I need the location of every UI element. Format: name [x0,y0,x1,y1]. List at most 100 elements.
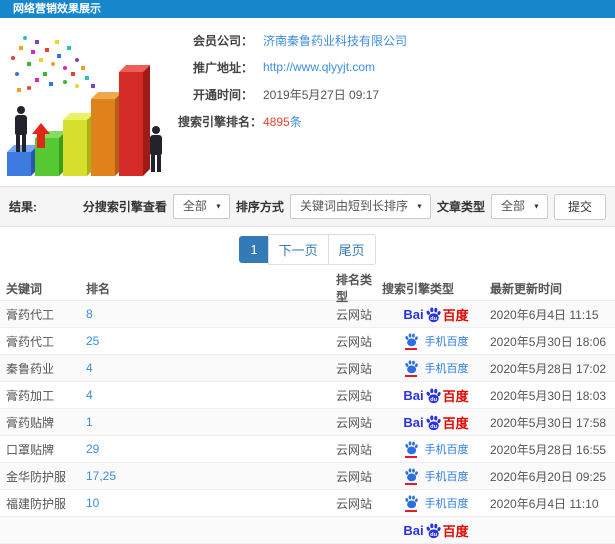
open-time-value: 2019年5月27日 09:17 [263,87,380,102]
rank-link[interactable]: 25 [86,334,99,348]
results-table-body: 膏药代工 8 云网站 Bai du 百度 2020年6月4日 11:15 膏药代工 25 云网站手… [0,301,615,544]
confetti-dot [27,62,31,66]
promo-url-label: 推广地址： [192,60,253,75]
rank-type-cell: 云网站 [336,442,373,457]
table-header-row: 关键词 排名 排名类型 搜索引擎类型 最新更新时间 [0,271,615,304]
rank-type-cell: 云网站 [336,388,373,403]
rank-link[interactable]: 17,25 [86,469,116,483]
next-page-button[interactable]: 下一页 [267,233,329,265]
updated-time-cell: 2020年5月30日 18:06 [490,334,607,349]
search-engine-cell: Bai du 百度 [382,521,490,540]
rank-link[interactable]: 8 [86,307,93,321]
page-1-button[interactable]: 1 [239,235,269,263]
rank-link[interactable]: 10 [86,496,99,510]
confetti-dot [63,66,67,70]
promo-url-row: 推广地址： http://www.qlyyjt.com [178,59,615,75]
baidu-logo: Bai du 百度 [403,522,469,539]
confetti-dot [23,36,27,40]
baidu-paw-icon [404,333,418,347]
bar-chart-bar-orange [91,92,122,176]
article-type-label: 文章类型 [436,200,485,214]
bar-chart-bar-yellow [63,113,94,176]
filter-bar: 结果: 分搜索引擎查看 全部 排序方式 关键词由短到长排序 文章类型 全部 提交 [0,186,615,227]
baidu-paw-icon [404,468,418,482]
updated-time-cell: 2020年5月28日 16:55 [490,442,607,457]
table-row: 膏药加工 4 云网站 Bai du 百度 2020年5月30日 18:03 [0,382,615,409]
search-engine-cell: 手机百度 [382,332,490,350]
promo-url-link[interactable]: http://www.qlyyjt.com [263,60,375,74]
confetti-dot [75,84,79,88]
mobile-baidu-logo: 手机百度 [404,467,469,485]
filter-controls: 分搜索引擎查看 全部 排序方式 关键词由短到长排序 文章类型 全部 提交 [83,193,606,220]
header-keyword: 关键词 [6,281,43,296]
mobile-baidu-logo: 手机百度 [404,494,469,512]
updated-time-cell: 2020年6月20日 09:25 [490,469,607,484]
confetti-dot [15,72,19,76]
rank-type-cell: 云网站 [336,361,373,376]
keyword-cell: 福建防护服 [6,496,67,511]
keyword-cell: 膏药加工 [6,388,55,403]
confetti-dot [17,88,21,92]
confetti-dot [45,48,49,52]
search-engine-cell: Bai du 百度 [382,386,490,405]
rank-link[interactable]: 29 [86,442,99,456]
mobile-baidu-underline-icon [404,483,417,485]
mobile-baidu-underline-icon [404,375,417,377]
header-rank: 排名 [86,281,111,296]
keyword-cell: 口罩贴牌 [6,442,55,457]
page-title: 网络营销效果展示 [13,3,101,15]
baidu-logo: Bai du 百度 [403,306,469,323]
article-type-select[interactable]: 全部 [490,194,548,219]
rank-type-cell: 云网站 [336,496,373,511]
svg-text:du: du [430,315,437,321]
businessman-right-figure [146,126,166,174]
confetti-dot [63,80,67,84]
engine-rank-value: 4895条 [263,113,302,130]
member-info-list: 会员公司： 济南秦鲁药业科技有限公司 推广地址： http://www.qlyy… [178,18,615,129]
open-time-label: 开通时间： [192,87,253,102]
confetti-dot [35,78,39,82]
engine-rank-label: 搜索引擎排名： [178,114,263,129]
confetti-dot [31,50,35,54]
mobile-baidu-underline-icon [404,348,417,350]
member-info-section: 会员公司： 济南秦鲁药业科技有限公司 推广地址： http://www.qlyy… [0,18,615,186]
results-table: 关键词 排名 排名类型 搜索引擎类型 最新更新时间 膏药代工 8 云网站 Bai du 百… [0,271,615,544]
baidu-paw-icon [404,495,418,509]
baidu-paw-icon: du [426,414,441,430]
engine-rank-row: 搜索引擎排名： 4895条 [178,113,615,129]
growth-arrow-icon [32,123,50,148]
member-company-link[interactable]: 济南秦鲁药业科技有限公司 [263,32,407,49]
confetti-dot [27,86,31,90]
rank-link[interactable]: 4 [86,388,93,402]
updated-time-cell: 2020年6月4日 11:10 [490,496,599,511]
confetti-decoration [5,28,100,103]
mobile-baidu-logo: 手机百度 [404,440,469,458]
header-engine-type: 搜索引擎类型 [382,281,455,296]
mobile-baidu-logo: 手机百度 [404,332,469,350]
svg-text:du: du [430,396,437,402]
bar-chart-bar-blue [7,145,38,176]
search-engine-cell: 手机百度 [382,359,490,377]
confetti-dot [85,76,89,80]
table-row: Bai du 百度 [0,517,615,544]
last-page-button[interactable]: 尾页 [327,233,376,265]
updated-time-cell: 2020年5月30日 17:58 [490,415,607,430]
search-engine-cell: Bai du 百度 [382,305,490,324]
table-row: 膏药代工 8 云网站 Bai du 百度 2020年6月4日 11:15 [0,301,615,328]
baidu-logo: Bai du 百度 [403,414,469,431]
submit-button[interactable]: 提交 [553,193,606,220]
keyword-cell: 金华防护服 [6,469,67,484]
table-row: 金华防护服 17,25 云网站 手机百度 2020年6月20日 09:25 [0,463,615,490]
baidu-paw-icon: du [426,522,441,538]
rank-link[interactable]: 1 [86,415,93,429]
updated-time-cell: 2020年6月4日 11:15 [490,307,599,322]
rank-link[interactable]: 4 [86,361,93,375]
bar-chart-bar-red [119,65,150,176]
marketing-growth-illustration [5,28,173,180]
sort-label: 排序方式 [235,200,284,214]
sort-select[interactable]: 关键词由短到长排序 [289,194,431,219]
baidu-paw-icon: du [426,306,441,322]
engine-view-select[interactable]: 全部 [172,194,230,219]
table-row: 秦鲁药业 4 云网站 手机百度 2020年5月28日 17:02 [0,355,615,382]
header-updated: 最新更新时间 [490,281,563,296]
